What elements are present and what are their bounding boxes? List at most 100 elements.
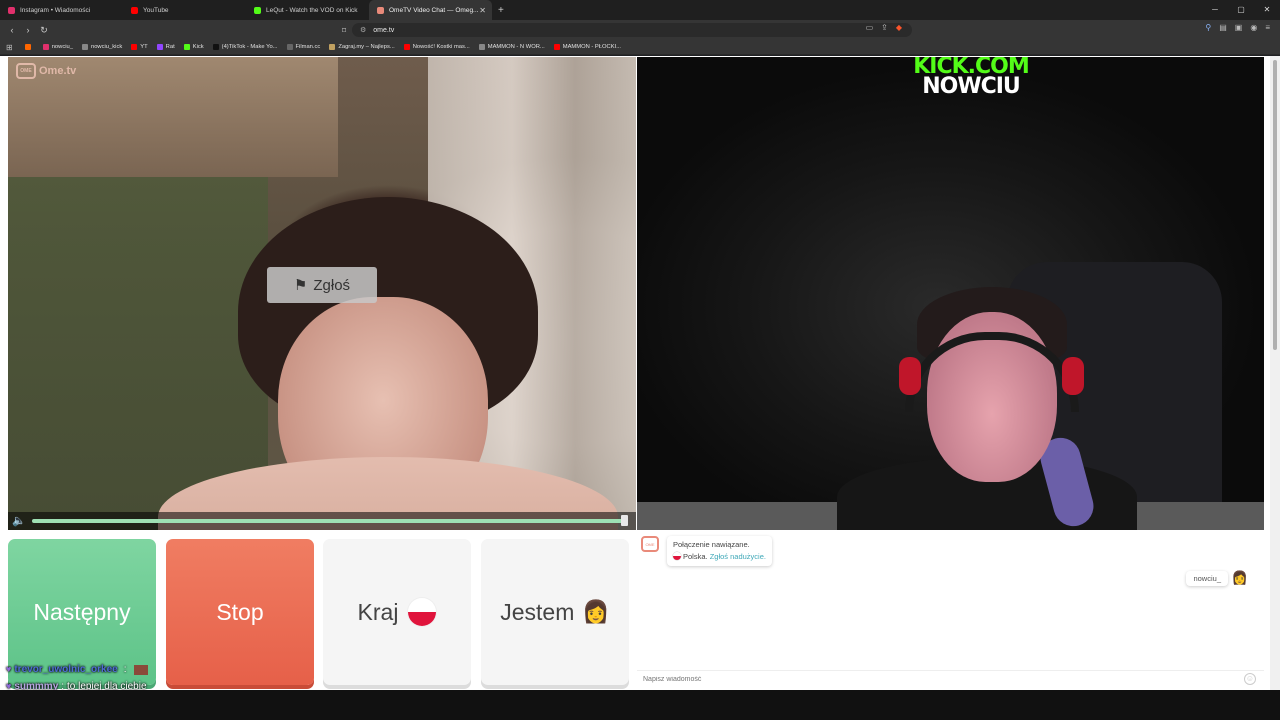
bookmark-item[interactable]: nowciu_kick [81,44,122,50]
stream-chat-line: ♥ trevor_uwolnic_orkee : [6,661,148,678]
emoji-picker-icon[interactable]: ☺ [1244,673,1256,685]
sidebar-icon[interactable]: ▤ [1219,23,1227,32]
bottom-strip [0,690,1280,720]
report-abuse-link[interactable]: Zgłoś nadużycie. [710,552,766,561]
bookmark-favicon-icon [183,44,190,50]
bookmark-item[interactable]: nowciu_ [42,44,73,50]
poland-flag-icon [673,552,681,560]
country-button[interactable]: Kraj [323,539,471,685]
brave-shield-icon[interactable]: ◆ [896,23,902,32]
bookmark-item[interactable]: MAMMON - N WOR... [478,44,545,50]
bookmark-favicon-icon [81,44,88,50]
tab-title: Instagram • Wiadomości [20,6,91,14]
volume-slider[interactable] [32,519,626,523]
speaker-icon[interactable]: 🔈 [12,514,26,527]
bookmark-label: Kick [192,44,204,50]
forward-icon[interactable]: › [20,25,36,35]
address-bar[interactable]: ⌑ ⚙ ome.tv [342,23,912,37]
tab-ometv[interactable]: OmeTV Video Chat — Omeg... ✕ [369,0,492,20]
back-icon[interactable]: ‹ [4,25,20,35]
bookmark-label: MAMMON - N WOR... [487,44,545,50]
bookmark-label: MAMMON - PŁOCKI... [562,44,622,50]
remote-video: OME Ome.tv ⚑ Zgłoś 🔈 [8,57,636,530]
tab-title: YouTube [143,6,169,14]
youtube-icon [131,6,138,14]
wallet-icon[interactable]: ▣ [1235,23,1243,32]
minimize-icon[interactable]: ─ [1202,0,1228,20]
profile-icon[interactable]: ◉ [1250,23,1257,32]
bookmark-favicon-icon [329,44,336,50]
kick-icon [254,6,261,14]
bookmark-item[interactable] [24,44,34,50]
maximize-icon[interactable]: ▢ [1228,0,1254,20]
bookmark-favicon-icon [24,44,31,50]
kick-overlay: KICK.COM NOWCIU [901,57,1041,98]
ometv-avatar-icon: OME [641,536,659,552]
country-label: Kraj [357,598,399,625]
flag-icon: ⚑ [293,277,308,294]
close-icon[interactable]: ✕ [479,6,486,15]
bookmarks-bar: ⊞ nowciu_ nowciu_kick YT Rat Kick (4)TikTok -… [0,40,1280,55]
apps-grid-icon[interactable]: ⊞ [6,43,13,52]
window-controls: ─ ▢ ✕ [1202,0,1280,20]
local-video: KICK.COM NOWCIU [637,57,1264,530]
scroll-thumb[interactable] [1273,60,1277,350]
gender-button[interactable]: Jestem 👩 [481,539,629,685]
bookmark-favicon-icon [478,44,485,50]
ometv-icon [377,6,384,14]
bookmark-label: Filman.cc [295,44,321,50]
bookmark-item[interactable]: MAMMON - PŁOCKI... [553,44,622,50]
gender-label: Jestem [500,598,575,625]
stop-button[interactable]: Stop [166,539,314,685]
logo-text: Ome.tv [39,65,77,77]
bookmark-item[interactable]: Filman.cc [286,44,321,50]
bookmark-icon[interactable]: ⌑ [342,26,346,35]
instagram-icon [8,6,15,14]
user-avatar-icon: 👩 [1231,570,1248,585]
bookmark-item[interactable]: Zagraj.my – Najleps... [329,44,395,50]
ometv-logo: OME Ome.tv [16,63,76,79]
headset-earcup-left [899,357,921,395]
bookmark-label: Nowość! Kostki mas... [412,44,470,50]
emote-icon [133,664,148,675]
bookmark-favicon-icon [403,44,410,50]
bookmark-item[interactable]: Nowość! Kostki mas... [403,44,470,50]
browser-toolbar: ‹ › ↻ ⌑ ⚙ ome.tv ▭ ⇪ ◆ ⚲ ▤ ▣ ◉ ≡ [0,20,1280,40]
tab-youtube[interactable]: YouTube [123,0,246,20]
poland-flag-icon [408,598,437,626]
bookmark-item[interactable]: Rat [156,44,175,50]
window-close-icon[interactable]: ✕ [1254,0,1280,20]
menu-icon[interactable]: ≡ [1265,23,1270,32]
volume-bar: 🔈 [8,512,636,530]
reload-icon[interactable]: ↻ [36,25,52,36]
system-message: Połączenie nawiązane. Polska. Zgłoś nadu… [667,536,772,566]
system-line-2: Polska. Zgłoś nadużycie. [673,551,766,563]
site-info-icon[interactable]: ⚙ [360,26,366,34]
cast-icon[interactable]: ▭ [866,23,874,32]
bookmark-item[interactable]: Kick [183,44,204,50]
stream-chat-separator: : [123,664,127,675]
tab-instagram[interactable]: Instagram • Wiadomości [0,0,123,20]
bookmark-item[interactable]: (4)TikTok - Make Yo... [212,44,278,50]
chat-input[interactable] [637,670,1264,688]
share-icon[interactable]: ⇪ [881,23,888,32]
tab-title: OmeTV Video Chat — Omeg... [389,6,479,14]
heart-badge-icon: ♥ [6,664,12,674]
vpn-icon[interactable]: ⚲ [1205,23,1211,32]
user-message: nowciu_ [1186,571,1228,586]
tab-kick[interactable]: LeQut - Watch the VOD on Kick [246,0,369,20]
country-name: Polska. [683,552,708,561]
address-actions: ▭ ⇪ ◆ [866,23,902,32]
bookmark-label: (4)TikTok - Make Yo... [221,44,278,50]
bookmark-favicon-icon [42,44,49,50]
new-tab-icon[interactable]: + [498,5,504,16]
extensions-area: ⚲ ▤ ▣ ◉ ≡ [1205,23,1270,32]
volume-slider-handle[interactable] [621,515,628,526]
next-label: Następny [33,598,131,625]
tv-icon: OME [16,63,36,79]
url-text: ome.tv [373,26,395,34]
report-button[interactable]: ⚑ Zgłoś [267,267,377,303]
page-scrollbar[interactable] [1270,56,1280,690]
system-line-1: Połączenie nawiązane. [673,540,750,549]
bookmark-item[interactable]: YT [131,44,148,50]
